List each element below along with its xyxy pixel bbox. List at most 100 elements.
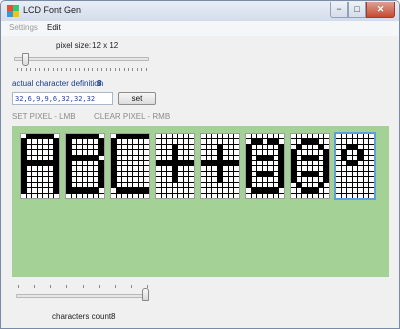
pixel[interactable] — [296, 171, 302, 177]
pixel[interactable] — [178, 134, 183, 139]
pixel[interactable] — [77, 182, 82, 188]
pixel[interactable] — [268, 193, 273, 198]
pixel[interactable] — [358, 166, 363, 171]
glyph-cell-7[interactable] — [290, 133, 330, 199]
pixel[interactable] — [363, 171, 369, 177]
pixel[interactable] — [54, 166, 59, 171]
pixel[interactable] — [144, 139, 149, 144]
pixel[interactable] — [127, 193, 133, 198]
pixel[interactable] — [268, 177, 273, 182]
pixel[interactable] — [234, 155, 239, 161]
pixel[interactable] — [313, 155, 318, 161]
pixel[interactable] — [251, 155, 257, 161]
pixel[interactable] — [21, 188, 26, 193]
pixel[interactable] — [82, 166, 88, 171]
pixel[interactable] — [88, 171, 93, 177]
pixel[interactable] — [246, 188, 251, 193]
pixel[interactable] — [313, 182, 318, 188]
pixel[interactable] — [369, 144, 374, 150]
pixel[interactable] — [133, 150, 138, 155]
pixel[interactable] — [307, 193, 313, 198]
pixel[interactable] — [133, 188, 138, 193]
pixel[interactable] — [212, 166, 217, 171]
pixel[interactable] — [77, 155, 82, 161]
pixel[interactable] — [273, 193, 279, 198]
pixel[interactable] — [302, 150, 307, 155]
pixel[interactable] — [116, 177, 122, 182]
pixel[interactable] — [257, 171, 262, 177]
pixel[interactable] — [116, 193, 122, 198]
pixel[interactable] — [122, 139, 127, 144]
pixel[interactable] — [223, 193, 228, 198]
pixel[interactable] — [48, 139, 54, 144]
pixel[interactable] — [48, 144, 54, 150]
pixel[interactable] — [26, 150, 32, 155]
pixel[interactable] — [111, 139, 116, 144]
pixel[interactable] — [144, 193, 149, 198]
pixel[interactable] — [318, 166, 324, 171]
pixel[interactable] — [21, 171, 26, 177]
pixel[interactable] — [138, 193, 144, 198]
pixel[interactable] — [273, 134, 279, 139]
pixel[interactable] — [318, 171, 324, 177]
pixel[interactable] — [111, 177, 116, 182]
pixel[interactable] — [99, 171, 104, 177]
pixel[interactable] — [189, 155, 194, 161]
pixel[interactable] — [262, 177, 268, 182]
pixel[interactable] — [307, 166, 313, 171]
pixel[interactable] — [201, 188, 206, 193]
pixel[interactable] — [358, 182, 363, 188]
pixel[interactable] — [167, 177, 172, 182]
pixel[interactable] — [234, 139, 239, 144]
pixel[interactable] — [144, 134, 149, 139]
pixel[interactable] — [43, 144, 48, 150]
pixel[interactable] — [122, 193, 127, 198]
pixel[interactable] — [223, 177, 228, 182]
pixel[interactable] — [201, 150, 206, 155]
pixel[interactable] — [296, 155, 302, 161]
pixel[interactable] — [336, 188, 341, 193]
pixel[interactable] — [341, 171, 347, 177]
pixel[interactable] — [82, 155, 88, 161]
pixel[interactable] — [66, 139, 71, 144]
pixel[interactable] — [32, 193, 37, 198]
pixel[interactable] — [167, 155, 172, 161]
pixel[interactable] — [54, 144, 59, 150]
pixel[interactable] — [307, 144, 313, 150]
pixel[interactable] — [307, 177, 313, 182]
pixel[interactable] — [172, 161, 178, 166]
pixel[interactable] — [111, 134, 116, 139]
pixel[interactable] — [77, 177, 82, 182]
pixel[interactable] — [251, 188, 257, 193]
pixel[interactable] — [291, 171, 296, 177]
pixel[interactable] — [279, 193, 284, 198]
pixel[interactable] — [324, 182, 329, 188]
pixel[interactable] — [122, 177, 127, 182]
pixel[interactable] — [313, 171, 318, 177]
pixel[interactable] — [77, 171, 82, 177]
pixel[interactable] — [262, 134, 268, 139]
pixel[interactable] — [313, 139, 318, 144]
pixel[interactable] — [262, 144, 268, 150]
pixel[interactable] — [156, 177, 161, 182]
pixel[interactable] — [127, 161, 133, 166]
pixel[interactable] — [48, 166, 54, 171]
pixel[interactable] — [206, 155, 212, 161]
pixel[interactable] — [251, 182, 257, 188]
pixel[interactable] — [279, 166, 284, 171]
pixel[interactable] — [212, 171, 217, 177]
pixel[interactable] — [138, 150, 144, 155]
pixel[interactable] — [347, 150, 352, 155]
close-button[interactable]: ✕ — [366, 2, 395, 18]
pixel[interactable] — [133, 171, 138, 177]
pixel[interactable] — [358, 177, 363, 182]
pixel[interactable] — [183, 166, 189, 171]
pixel[interactable] — [189, 177, 194, 182]
pixel[interactable] — [43, 150, 48, 155]
pixel[interactable] — [291, 166, 296, 171]
pixel[interactable] — [313, 166, 318, 171]
pixel[interactable] — [223, 150, 228, 155]
pixel[interactable] — [77, 193, 82, 198]
pixel[interactable] — [133, 166, 138, 171]
pixel[interactable] — [318, 193, 324, 198]
